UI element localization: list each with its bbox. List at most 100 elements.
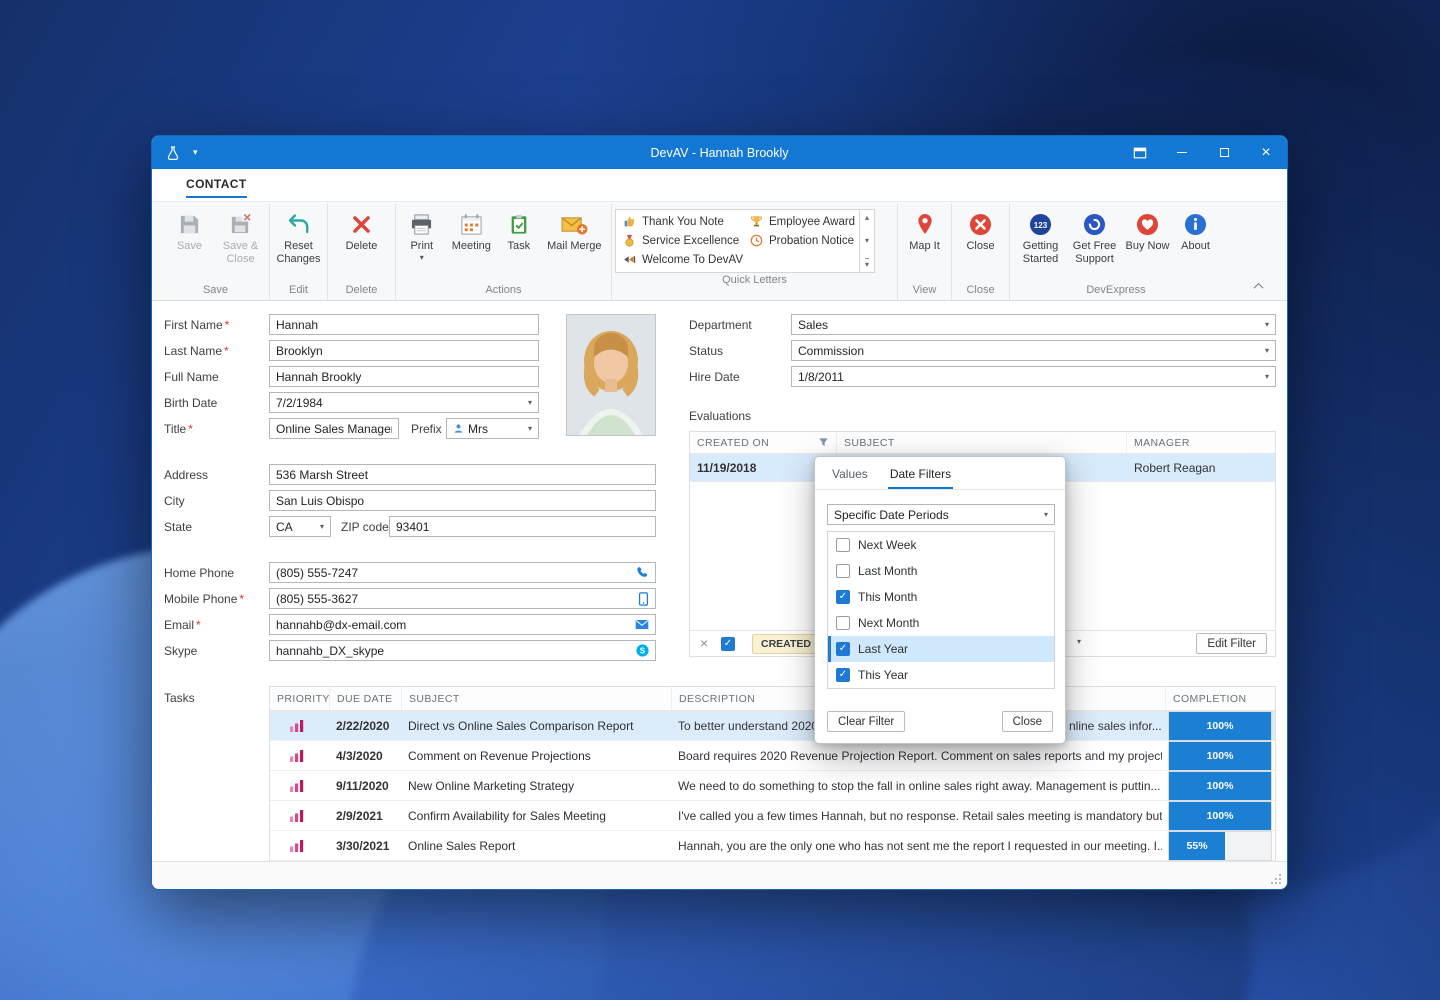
minimize-button[interactable] — [1161, 136, 1203, 169]
checkbox[interactable]: ✓ — [836, 668, 850, 682]
column-header-subject[interactable]: SUBJECT — [402, 687, 672, 710]
save-button[interactable]: Save — [165, 206, 214, 254]
home-phone-input[interactable]: (805) 555-7247 — [269, 562, 656, 583]
reset-changes-button[interactable]: Reset Changes — [273, 206, 324, 266]
gallery-scroll-up-icon[interactable]: ▴ — [865, 213, 869, 222]
close-button[interactable]: × — [1245, 136, 1287, 169]
meeting-button[interactable]: Meeting — [446, 206, 498, 254]
app-icon[interactable] — [165, 145, 181, 161]
status-dropdown[interactable]: Commission▾ — [791, 340, 1276, 361]
prefix-dropdown[interactable]: Mrs ▾ — [446, 418, 539, 439]
column-header-subject[interactable]: SUBJECT — [837, 432, 1127, 453]
checkbox[interactable]: ✓ — [836, 642, 850, 656]
get-free-support-button[interactable]: Get Free Support — [1068, 206, 1122, 266]
task-row[interactable]: 2/9/2021 Confirm Availability for Sales … — [270, 801, 1275, 831]
quick-letter-service-excellence[interactable]: Service Excellence — [622, 231, 743, 250]
print-dropdown-icon[interactable]: ▾ — [420, 256, 424, 260]
department-dropdown[interactable]: Sales▾ — [791, 314, 1276, 335]
filter-option-last-year[interactable]: ✓ Last Year — [828, 636, 1054, 662]
column-header-due-date[interactable]: DUE DATE — [330, 687, 402, 710]
filter-option-this-year[interactable]: ✓ This Year — [828, 662, 1054, 688]
first-name-input[interactable]: Hannah — [269, 314, 539, 335]
quick-letter-employee-award[interactable]: Employee Award — [749, 212, 859, 231]
save-and-close-button[interactable]: Save & Close — [215, 206, 266, 266]
task-row[interactable]: 9/11/2020 New Online Marketing Strategy … — [270, 771, 1275, 801]
task-row[interactable]: 2/22/2020 Direct vs Online Sales Compari… — [270, 711, 1275, 741]
filter-option-next-week[interactable]: ✓ Next Week — [828, 532, 1054, 558]
gallery-scroll-down-icon[interactable]: ▾ — [865, 236, 869, 245]
filter-option-next-month[interactable]: ✓ Next Month — [828, 610, 1054, 636]
map-it-button[interactable]: Map It — [901, 206, 948, 254]
maximize-button[interactable] — [1203, 136, 1245, 169]
print-button[interactable]: Print ▾ — [399, 206, 445, 261]
checkbox[interactable]: ✓ — [836, 564, 850, 578]
quick-access-dropdown-icon[interactable]: ▾ — [193, 147, 198, 158]
quick-letter-probation-notice[interactable]: Probation Notice — [749, 231, 859, 250]
zip-code-input[interactable]: 93401 — [389, 516, 656, 537]
email-input[interactable]: hannahb@dx-email.com — [269, 614, 656, 635]
ribbon-display-options-icon[interactable] — [1119, 136, 1161, 169]
buy-now-button[interactable]: Buy Now — [1123, 206, 1173, 254]
delete-button[interactable]: Delete — [335, 206, 389, 254]
edit-filter-button[interactable]: Edit Filter — [1196, 633, 1267, 654]
column-header-manager[interactable]: MANAGER — [1127, 432, 1275, 453]
tab-values[interactable]: Values — [830, 467, 870, 489]
priority-icon — [290, 741, 304, 771]
state-dropdown[interactable]: CA▾ — [269, 516, 331, 537]
quick-letter-thank-you-note[interactable]: Thank You Note — [622, 212, 743, 231]
address-input[interactable]: 536 Marsh Street — [269, 464, 656, 485]
clear-filter-button[interactable]: Clear Filter — [827, 711, 905, 732]
city-input[interactable]: San Luis Obispo — [269, 490, 656, 511]
column-header-created-on[interactable]: CREATED ON — [690, 432, 837, 453]
task-row[interactable]: 3/30/2021 Online Sales Report Hannah, yo… — [270, 831, 1275, 861]
remove-filter-icon[interactable]: × — [700, 635, 708, 651]
chevron-down-icon[interactable]: ▾ — [1044, 510, 1048, 519]
title-input[interactable]: Online Sales Manager — [269, 418, 399, 439]
filter-enabled-checkbox[interactable]: ✓ — [721, 637, 735, 651]
chevron-down-icon[interactable]: ▾ — [1265, 320, 1269, 329]
mail-merge-button[interactable]: Mail Merge — [541, 206, 608, 254]
task-button[interactable]: Task — [498, 206, 540, 254]
birth-date-input[interactable]: 7/2/1984▾ — [269, 392, 539, 413]
chevron-down-icon[interactable]: ▾ — [320, 522, 324, 531]
task-subject: Direct vs Online Sales Comparison Report — [408, 711, 633, 741]
mobile-phone-input[interactable]: (805) 555-3627 — [269, 588, 656, 609]
close-popup-button[interactable]: Close — [1002, 711, 1053, 732]
clock-icon — [749, 234, 764, 247]
about-button[interactable]: About — [1174, 206, 1218, 254]
getting-started-button[interactable]: 123 Getting Started — [1015, 206, 1067, 266]
chevron-down-icon[interactable]: ▾ — [528, 398, 532, 407]
column-header-completion[interactable]: COMPLETION — [1166, 687, 1275, 710]
quick-letter-welcome-to-devav[interactable]: Welcome To DevAV — [622, 250, 743, 269]
resize-grip[interactable] — [1270, 873, 1282, 885]
filter-mru-dropdown-icon[interactable]: ▾ — [1077, 637, 1081, 646]
skype-input[interactable]: hannahb_DX_skype S — [269, 640, 656, 661]
chevron-down-icon[interactable]: ▾ — [1265, 372, 1269, 381]
checkbox[interactable]: ✓ — [836, 616, 850, 630]
gallery-dropdown-icon[interactable]: ▾ — [865, 258, 869, 269]
checkbox[interactable]: ✓ — [836, 538, 850, 552]
close-record-button[interactable]: Close — [956, 206, 1006, 254]
checkbox[interactable]: ✓ — [836, 590, 850, 604]
filter-popup-tabs: Values Date Filters — [815, 457, 1065, 490]
mobile-phone-icon — [638, 592, 649, 606]
filter-option-this-month[interactable]: ✓ This Month — [828, 584, 1054, 610]
ribbon-group-delete: Delete Delete — [328, 204, 396, 300]
chevron-down-icon[interactable]: ▾ — [528, 424, 532, 433]
filter-option-last-month[interactable]: ✓ Last Month — [828, 558, 1054, 584]
date-period-dropdown[interactable]: Specific Date Periods▾ — [827, 504, 1055, 525]
filter-funnel-icon[interactable] — [818, 437, 829, 448]
column-header-priority[interactable]: PRIORITY — [270, 687, 330, 710]
full-name-input[interactable]: Hannah Brookly — [269, 366, 539, 387]
chevron-down-icon[interactable]: ▾ — [1265, 346, 1269, 355]
task-row[interactable]: 4/3/2020 Comment on Revenue Projections … — [270, 741, 1275, 771]
tab-contact[interactable]: CONTACT — [186, 177, 247, 198]
filter-option-label: This Year — [858, 668, 908, 682]
skype-label: Skype — [164, 640, 197, 661]
map-pin-icon — [915, 211, 935, 237]
collapse-ribbon-button[interactable] — [1251, 280, 1265, 292]
last-name-input[interactable]: Brooklyn — [269, 340, 539, 361]
hire-date-dropdown[interactable]: 1/8/2011▾ — [791, 366, 1276, 387]
tab-date-filters[interactable]: Date Filters — [888, 467, 953, 489]
app-window: ▾ DevAV - Hannah Brookly × CONTACT — [151, 135, 1288, 890]
